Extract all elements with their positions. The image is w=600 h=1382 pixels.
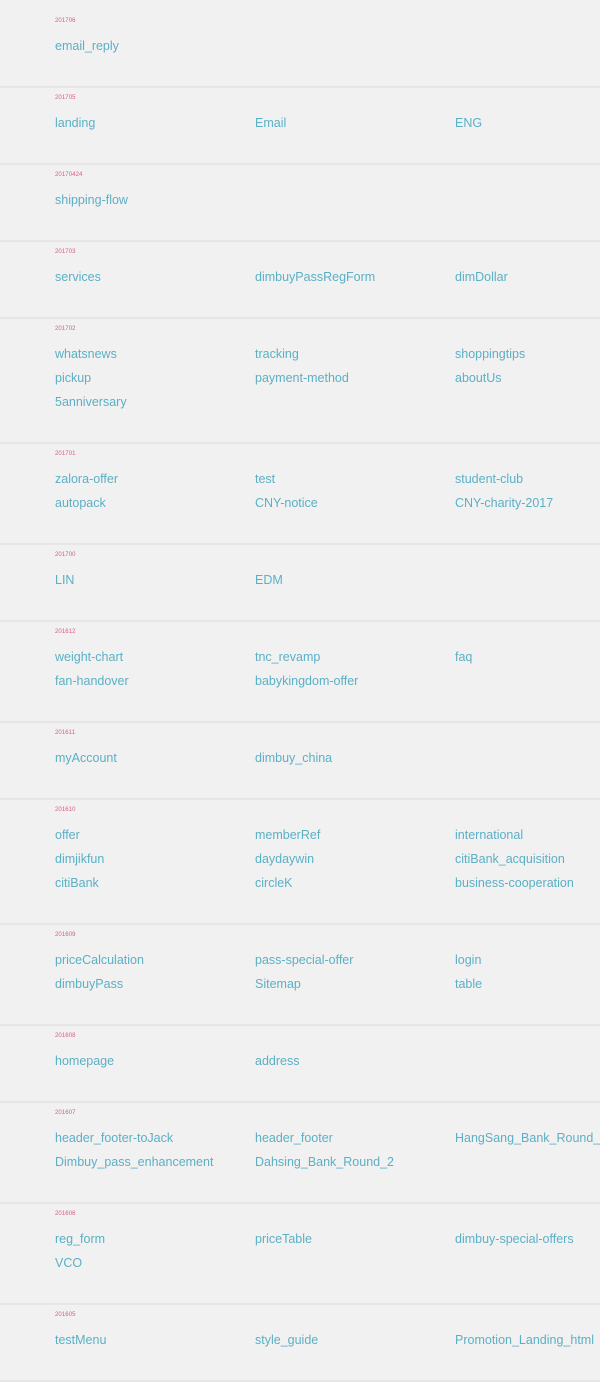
date-label: 201706 <box>55 18 76 24</box>
page-link[interactable]: dimbuy_china <box>255 750 332 766</box>
page-link[interactable]: student-club <box>455 471 523 487</box>
page-link[interactable]: Dahsing_Bank_Round_2 <box>255 1154 394 1170</box>
page-link[interactable]: reg_form <box>55 1231 105 1247</box>
date-section: 201606 reg_form priceTable dimbuy-special-o… <box>0 1210 600 1305</box>
page-link[interactable]: 5anniversary <box>55 394 127 410</box>
page-link[interactable]: address <box>255 1053 299 1069</box>
page-link[interactable]: ENG <box>455 115 482 131</box>
page-link[interactable]: CNY-notice <box>255 495 318 511</box>
page-link[interactable]: VCO <box>55 1255 82 1271</box>
page-link[interactable]: dimbuyPassRegForm <box>255 269 375 285</box>
date-label: 201702 <box>55 326 76 332</box>
date-section: 201705 landing Email ENG <box>0 94 600 165</box>
page-link[interactable]: weight-chart <box>55 649 123 665</box>
page-link[interactable]: landing <box>55 115 95 131</box>
page-link[interactable]: pickup <box>55 370 91 386</box>
date-section: 201607 header_footer-toJack header_footer H… <box>0 1109 600 1204</box>
page-link[interactable]: table <box>455 976 482 992</box>
page-link[interactable]: whatsnews <box>55 346 117 362</box>
page-link[interactable]: LIN <box>55 572 74 588</box>
page-link[interactable]: tnc_revamp <box>255 649 320 665</box>
date-section: 201706 email_reply <box>0 17 600 88</box>
page-link[interactable]: babykingdom-offer <box>255 673 358 689</box>
page-link[interactable]: dimbuyPass <box>55 976 123 992</box>
page-link[interactable]: test <box>255 471 275 487</box>
date-section: 201609 priceCalculation pass-special-offer… <box>0 931 600 1026</box>
page-link[interactable]: autopack <box>55 495 106 511</box>
date-section: 201703 services dimbuyPassRegForm dimDollar <box>0 248 600 319</box>
date-section: 201605 testMenu style_guide Promotion_Landi… <box>0 1311 600 1382</box>
page-link[interactable]: zalora-offer <box>55 471 118 487</box>
page-link[interactable]: citiBank <box>55 875 99 891</box>
page-link[interactable]: aboutUs <box>455 370 502 386</box>
page-link[interactable]: tracking <box>255 346 299 362</box>
page-link[interactable]: dimbuy-special-offers <box>455 1231 574 1247</box>
page-link[interactable]: EDM <box>255 572 283 588</box>
page-link[interactable]: header_footer-toJack <box>55 1130 173 1146</box>
page-link[interactable]: Dimbuy_pass_enhancement <box>55 1154 213 1170</box>
page-link[interactable]: circleK <box>255 875 293 891</box>
date-label: 20170424 <box>55 172 83 178</box>
date-label: 201606 <box>55 1211 76 1217</box>
page-link[interactable]: homepage <box>55 1053 114 1069</box>
page-link[interactable]: Email <box>255 115 286 131</box>
date-label: 201611 <box>55 730 76 736</box>
page-link[interactable]: testMenu <box>55 1332 106 1348</box>
date-label: 201610 <box>55 807 76 813</box>
page-link[interactable]: services <box>55 269 101 285</box>
page-link[interactable]: style_guide <box>255 1332 318 1348</box>
date-label: 201705 <box>55 95 76 101</box>
date-label: 201607 <box>55 1110 76 1116</box>
page-link[interactable]: fan-handover <box>55 673 129 689</box>
date-label: 201608 <box>55 1033 76 1039</box>
page-link[interactable]: international <box>455 827 523 843</box>
page-link[interactable]: CNY-charity-2017 <box>455 495 553 511</box>
date-label: 201700 <box>55 552 76 558</box>
page-link[interactable]: dimjikfun <box>55 851 104 867</box>
page-link[interactable]: shoppingtips <box>455 346 525 362</box>
page-link[interactable]: priceTable <box>255 1231 312 1247</box>
page-link[interactable]: Sitemap <box>255 976 301 992</box>
page-link[interactable]: citiBank_acquisition <box>455 851 565 867</box>
page-link[interactable]: shipping-flow <box>55 192 128 208</box>
date-section: 20170424 shipping-flow <box>0 171 600 242</box>
date-label: 201605 <box>55 1312 76 1318</box>
date-section: 201612 weight-chart tnc_revamp faq fan-hando… <box>0 628 600 723</box>
page-link[interactable]: header_footer <box>255 1130 333 1146</box>
date-label: 201703 <box>55 249 76 255</box>
date-section: 201611 myAccount dimbuy_china <box>0 729 600 800</box>
page-link[interactable]: HangSang_Bank_Round_2 <box>455 1130 600 1146</box>
page-link[interactable]: business-cooperation <box>455 875 574 891</box>
page-link[interactable]: offer <box>55 827 80 843</box>
date-section: 201702 whatsnews tracking shoppingtips picku… <box>0 325 600 444</box>
date-section: 201700 LIN EDM <box>0 551 600 622</box>
page-link[interactable]: email_reply <box>55 38 119 54</box>
page-link[interactable]: priceCalculation <box>55 952 144 968</box>
date-label: 201609 <box>55 932 76 938</box>
date-label: 201701 <box>55 451 76 457</box>
page-link[interactable]: Promotion_Landing_html <box>455 1332 594 1348</box>
page-link[interactable]: login <box>455 952 481 968</box>
page-link[interactable]: memberRef <box>255 827 320 843</box>
page-link[interactable]: dimDollar <box>455 269 508 285</box>
page-link[interactable]: daydaywin <box>255 851 314 867</box>
page-link[interactable]: payment-method <box>255 370 349 386</box>
date-section: 201701 zalora-offer test student-club autopa… <box>0 450 600 545</box>
page-link[interactable]: myAccount <box>55 750 117 766</box>
date-section: 201608 homepage address <box>0 1032 600 1103</box>
date-label: 201612 <box>55 629 76 635</box>
page-link[interactable]: faq <box>455 649 472 665</box>
page-link[interactable]: pass-special-offer <box>255 952 353 968</box>
date-section: 201610 offer memberRef international dimjikf… <box>0 806 600 925</box>
